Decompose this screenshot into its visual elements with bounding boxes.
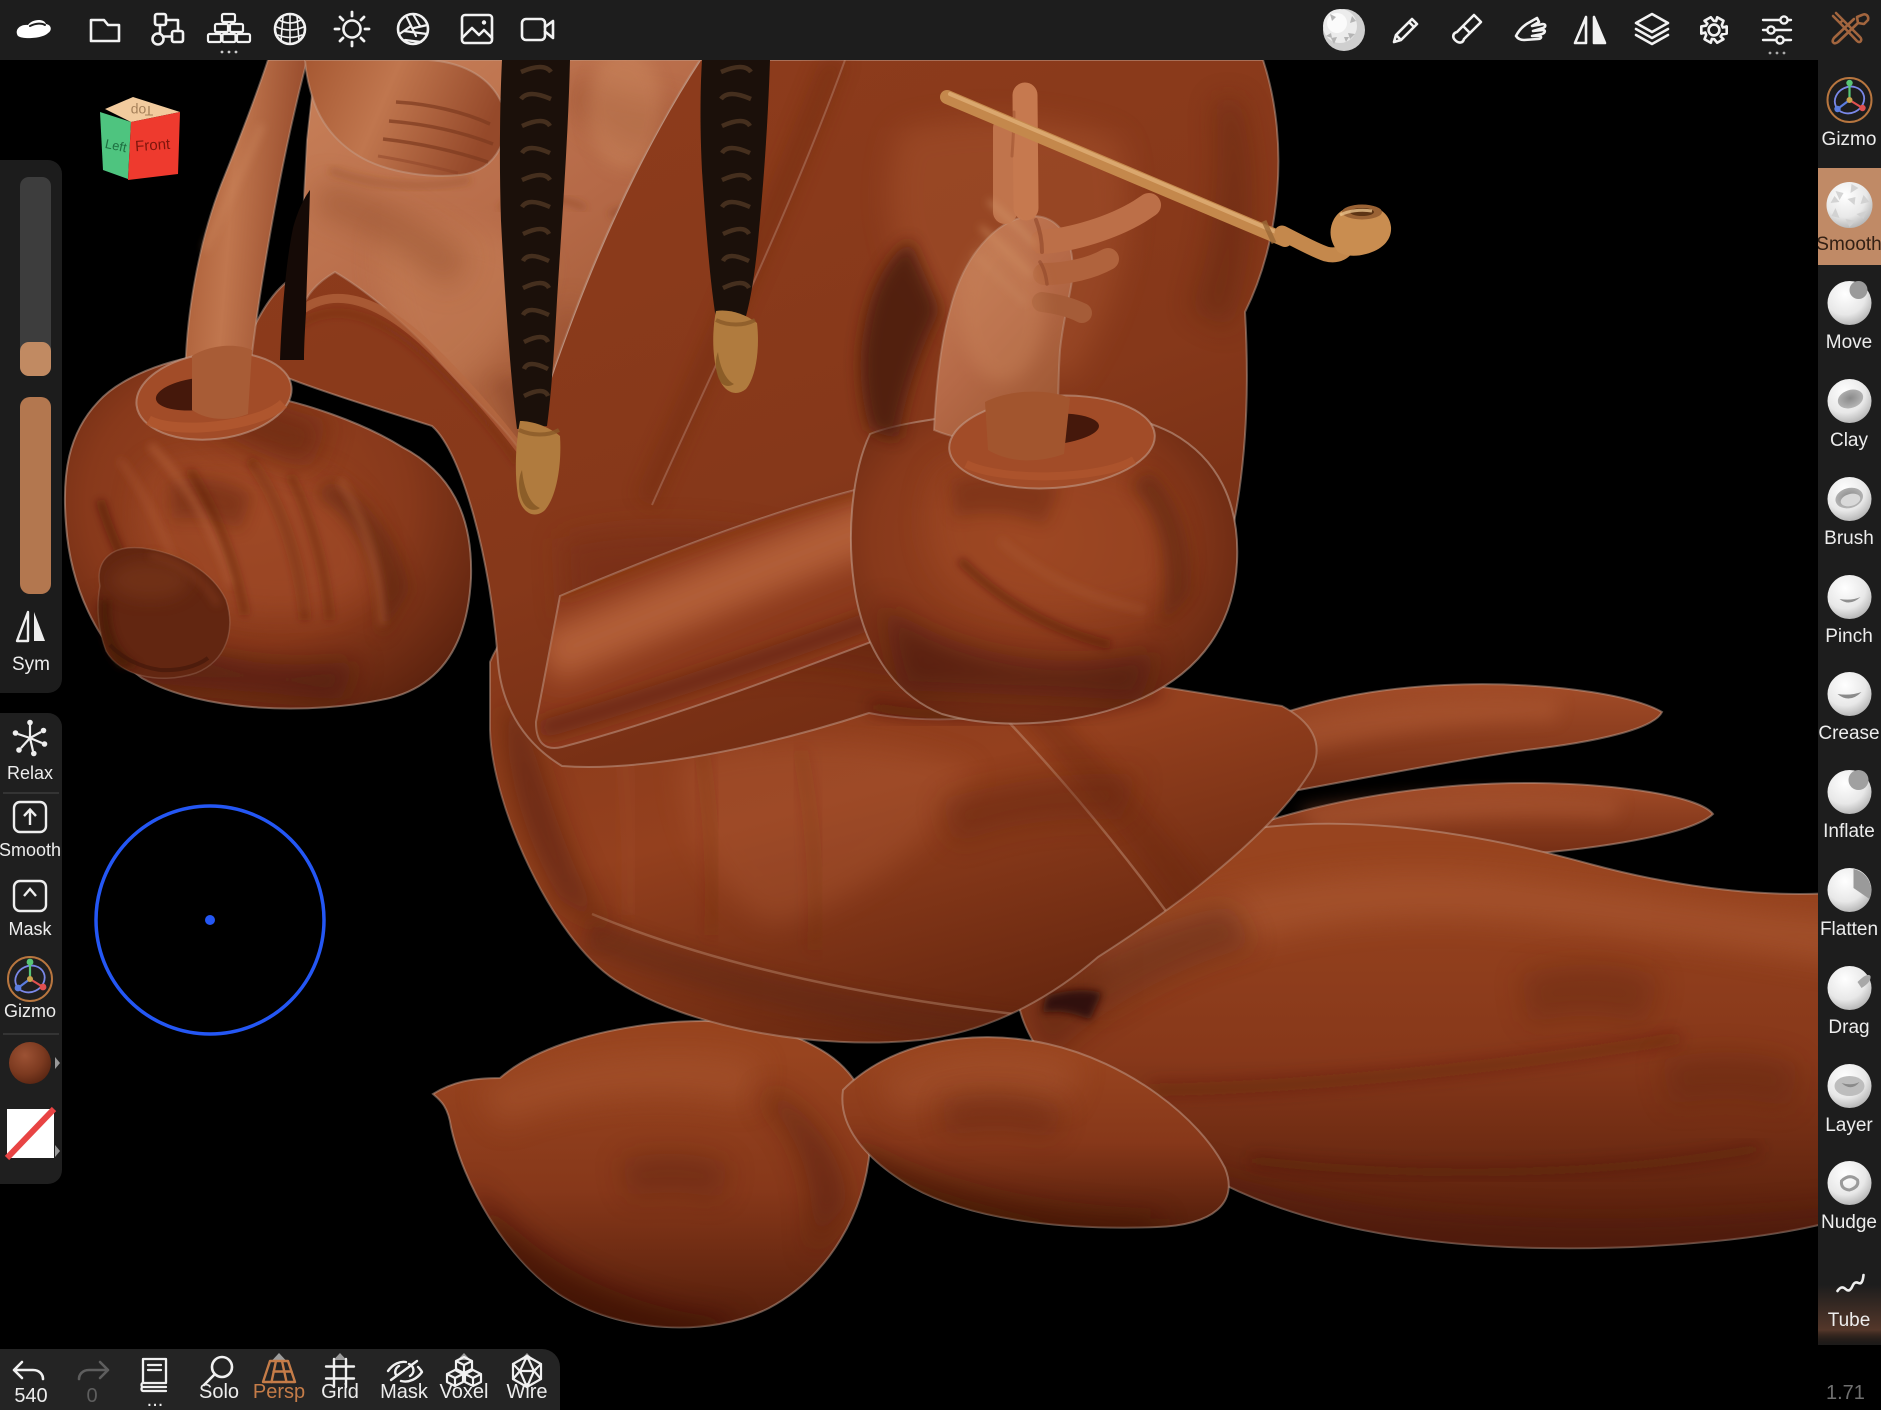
svg-text:Persp: Persp <box>253 1381 305 1403</box>
svg-text:Grid: Grid <box>321 1381 359 1403</box>
svg-text:Tube: Tube <box>1828 1310 1871 1331</box>
svg-text:Sym: Sym <box>12 654 50 675</box>
svg-text:Gizmo: Gizmo <box>1822 129 1877 150</box>
svg-text:Voxel: Voxel <box>440 1381 489 1403</box>
svg-text:Inflate: Inflate <box>1823 821 1875 842</box>
svg-text:Clay: Clay <box>1830 430 1869 451</box>
svg-text:Flatten: Flatten <box>1820 919 1878 940</box>
svg-text:Gizmo: Gizmo <box>4 1001 56 1021</box>
svg-text:540: 540 <box>14 1385 47 1407</box>
svg-text:Solo: Solo <box>199 1381 239 1403</box>
svg-text:Drag: Drag <box>1828 1017 1869 1038</box>
svg-text:Pinch: Pinch <box>1825 626 1873 647</box>
svg-text:Smooth: Smooth <box>0 840 61 860</box>
svg-text:Relax: Relax <box>7 763 53 783</box>
svg-text:Mask: Mask <box>380 1381 429 1403</box>
svg-text:Crease: Crease <box>1818 723 1879 744</box>
svg-text:Front: Front <box>135 136 172 155</box>
svg-text:...: ... <box>147 1389 164 1410</box>
svg-text:Smooth: Smooth <box>1818 234 1881 255</box>
svg-text:Mask: Mask <box>8 919 52 939</box>
svg-text:Layer: Layer <box>1825 1115 1873 1136</box>
svg-text:Nudge: Nudge <box>1821 1212 1877 1233</box>
svg-text:Move: Move <box>1826 332 1872 353</box>
svg-text:Top: Top <box>131 103 154 119</box>
svg-text:Wire: Wire <box>506 1381 547 1403</box>
svg-text:Brush: Brush <box>1824 528 1874 549</box>
svg-text:0: 0 <box>86 1385 97 1407</box>
